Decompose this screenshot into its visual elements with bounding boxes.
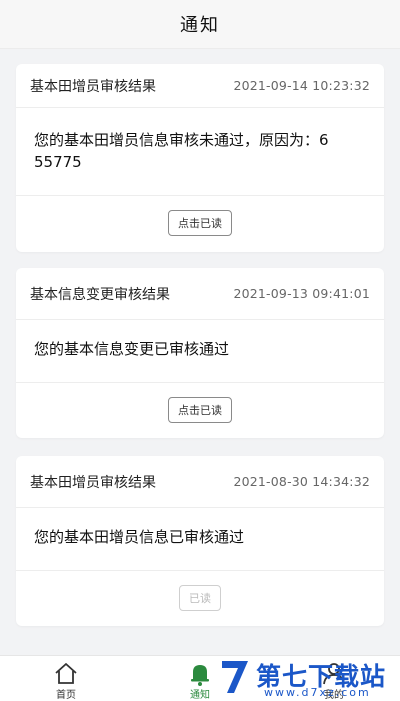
- notification-title: 基本田增员审核结果: [30, 78, 156, 95]
- notification-body: 您的基本信息变更已审核通过: [16, 320, 384, 383]
- notification-text: 您的基本田增员信息已审核通过: [34, 528, 245, 546]
- notification-title: 基本田增员审核结果: [30, 474, 156, 491]
- read-status-badge: 已读: [179, 585, 221, 611]
- card-footer: 已读: [16, 571, 384, 625]
- notification-card: 基本信息变更审核结果 2021-09-13 09:41:01 您的基本信息变更已…: [16, 268, 384, 438]
- bottom-tab-bar: 首页 通知 我的: [0, 655, 400, 701]
- tab-home[interactable]: 首页: [26, 660, 106, 701]
- notification-text: 您的基本信息变更已审核通过: [34, 340, 230, 358]
- tab-profile-label: 我的: [324, 690, 344, 701]
- card-header: 基本信息变更审核结果 2021-09-13 09:41:01: [16, 268, 384, 320]
- card-footer: 点击已读: [16, 383, 384, 437]
- mark-read-button[interactable]: 点击已读: [168, 210, 232, 236]
- tab-notifications[interactable]: 通知: [160, 660, 240, 701]
- tab-home-label: 首页: [56, 690, 76, 701]
- notification-body: 您的基本田增员信息已审核通过: [16, 508, 384, 571]
- notification-text-cont: 55775: [34, 153, 82, 171]
- tab-notifications-label: 通知: [190, 690, 210, 701]
- card-footer: 点击已读: [16, 196, 384, 250]
- bell-icon: [160, 660, 240, 686]
- notification-time: 2021-08-30 14:34:32: [233, 474, 370, 489]
- notification-time: 2021-09-13 09:41:01: [233, 286, 370, 301]
- tab-profile[interactable]: 我的: [294, 660, 374, 701]
- notification-card: 基本田增员审核结果 2021-09-14 10:23:32 您的基本田增员信息审…: [16, 64, 384, 252]
- mark-read-button[interactable]: 点击已读: [168, 397, 232, 423]
- user-icon: [294, 660, 374, 686]
- card-header: 基本田增员审核结果 2021-09-14 10:23:32: [16, 64, 384, 108]
- notification-body: 您的基本田增员信息审核未通过，原因为：6 55775: [16, 108, 384, 196]
- card-header: 基本田增员审核结果 2021-08-30 14:34:32: [16, 456, 384, 508]
- notification-title: 基本信息变更审核结果: [30, 286, 170, 303]
- notification-text: 您的基本田增员信息审核未通过，原因为：6: [34, 131, 329, 149]
- top-bar: 通知: [0, 0, 400, 49]
- notification-card: 基本田增员审核结果 2021-08-30 14:34:32 您的基本田增员信息已…: [16, 456, 384, 626]
- page-title: 通知: [180, 15, 220, 36]
- home-icon: [26, 660, 106, 686]
- notification-time: 2021-09-14 10:23:32: [233, 78, 370, 93]
